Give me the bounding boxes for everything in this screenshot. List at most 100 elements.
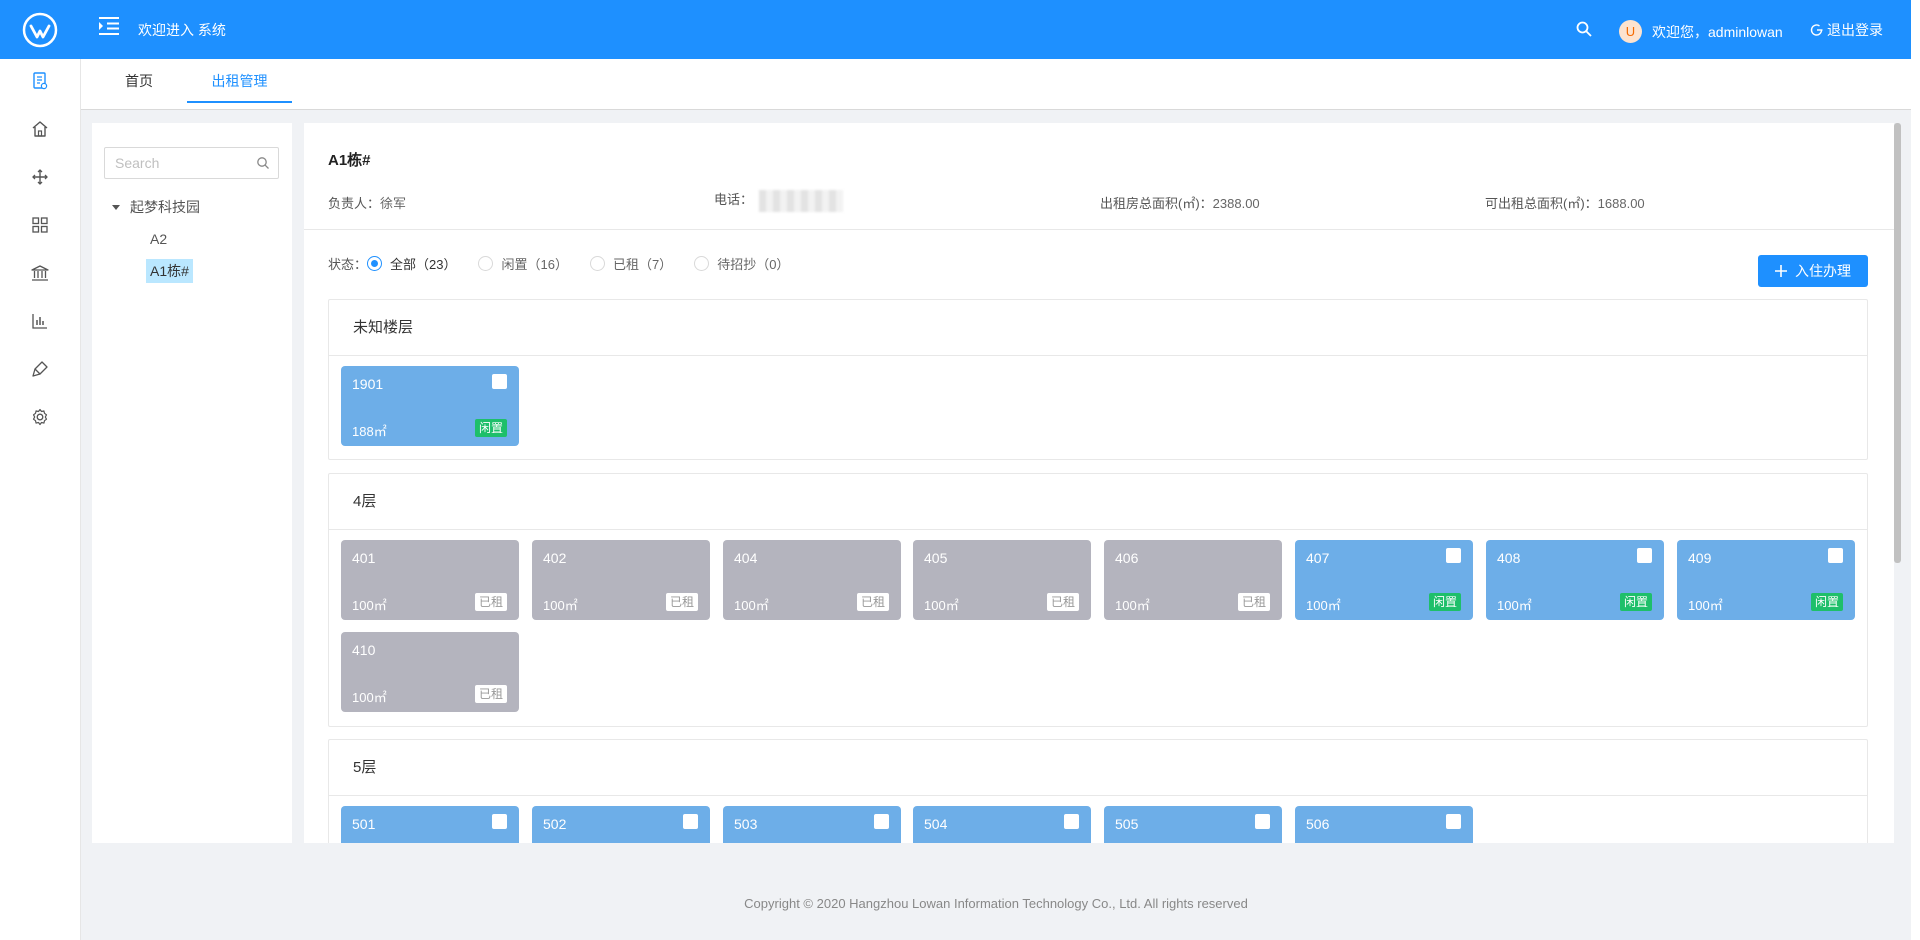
room-checkbox[interactable] [1828, 548, 1843, 563]
tab-home[interactable]: 首页 [107, 59, 171, 110]
room-card-406[interactable]: 406 100㎡ 已租 [1104, 540, 1282, 620]
room-checkbox[interactable] [492, 374, 507, 389]
status-radio-rented[interactable]: 已租（7） [589, 254, 672, 273]
brush-icon[interactable] [30, 359, 50, 379]
room-checkbox[interactable] [1446, 814, 1461, 829]
room-card-401[interactable]: 401 100㎡ 已租 [341, 540, 519, 620]
room-number: 501 [352, 816, 376, 832]
logout-button[interactable]: 退出登录 [1810, 20, 1883, 40]
rentable-area-info: 可出租总面积(㎡)：1688.00 [1485, 193, 1645, 212]
room-card-404[interactable]: 404 100㎡ 已租 [723, 540, 901, 620]
room-checkbox[interactable] [1064, 814, 1079, 829]
room-card-502[interactable]: 502 [532, 806, 710, 843]
floor-section-unknown: 未知楼层 1901 188㎡ 闲置 [328, 299, 1868, 460]
room-card-505[interactable]: 505 [1104, 806, 1282, 843]
settings-icon[interactable] [30, 407, 50, 427]
plus-icon [1775, 265, 1787, 277]
radio-dot[interactable] [478, 256, 494, 271]
bank-icon[interactable] [30, 263, 50, 283]
chart-icon[interactable] [30, 311, 50, 331]
room-area: 100㎡ [352, 690, 387, 705]
document-icon[interactable] [30, 71, 50, 91]
logo-icon[interactable] [22, 12, 58, 48]
avatar[interactable]: U [1619, 20, 1642, 43]
user-greeting[interactable]: 欢迎您，adminlowan [1652, 22, 1783, 42]
rentable-area-value: 1688.00 [1597, 196, 1645, 211]
move-icon[interactable] [30, 167, 50, 187]
room-status-badge: 已租 [474, 685, 507, 703]
room-area: 100㎡ [352, 598, 387, 613]
copyright-icon: © [803, 896, 814, 911]
total-area-value: 2388.00 [1212, 196, 1260, 211]
divider [304, 229, 1894, 230]
tab-rental-management[interactable]: 出租管理 [187, 59, 292, 103]
grid-icon[interactable] [30, 215, 50, 235]
radio-dot[interactable] [367, 256, 383, 271]
manager-value: 徐军 [380, 196, 407, 211]
room-card-506[interactable]: 506 [1295, 806, 1473, 843]
room-number: 505 [1115, 816, 1139, 832]
menu-toggle-icon[interactable] [98, 16, 120, 36]
tab-bar: 首页 出租管理 [81, 59, 1911, 110]
radio-dot[interactable] [589, 256, 605, 271]
status-radio-idle[interactable]: 闲置（16） [478, 254, 568, 273]
room-status-badge: 闲置 [1619, 593, 1652, 611]
floor-title: 5层 [329, 740, 1867, 796]
total-area-label: 出租房总面积(㎡)： [1100, 196, 1213, 211]
status-label: 状态： [328, 257, 368, 272]
footer-text-after: 2020 Hangzhou Lowan Information Technolo… [813, 896, 1248, 911]
room-status-badge: 闲置 [1428, 593, 1461, 611]
room-number: 407 [1306, 550, 1330, 566]
manager-info: 负责人：徐军 [328, 193, 406, 212]
tree-search-input[interactable] [105, 148, 245, 178]
main-scrollbar[interactable] [1894, 123, 1901, 563]
tree-node-park[interactable]: 起梦科技园 [112, 197, 200, 217]
room-number: 402 [543, 550, 567, 566]
room-status-badge: 闲置 [1810, 593, 1843, 611]
search-icon[interactable] [1575, 20, 1593, 38]
checkin-button[interactable]: 入住办理 [1758, 255, 1868, 287]
room-checkbox[interactable] [1637, 548, 1652, 563]
building-title: A1栋# [328, 152, 371, 169]
room-card-1901[interactable]: 1901 188㎡ 闲置 [341, 366, 519, 446]
room-status-badge: 闲置 [474, 419, 507, 437]
status-filter: 状态： 全部（23） 闲置（16） 已租（7） 待招抄（0） [328, 254, 811, 273]
room-card-504[interactable]: 504 [913, 806, 1091, 843]
home-icon[interactable] [30, 119, 50, 139]
room-number: 401 [352, 550, 376, 566]
room-card-409[interactable]: 409 100㎡ 闲置 [1677, 540, 1855, 620]
status-option-label: 待招抄（0） [717, 257, 790, 272]
status-option-label: 全部（23） [390, 257, 457, 272]
left-rail [0, 59, 81, 940]
room-card-405[interactable]: 405 100㎡ 已租 [913, 540, 1091, 620]
room-number: 1901 [352, 376, 384, 392]
room-card-410[interactable]: 410 100㎡ 已租 [341, 632, 519, 712]
floor-title: 未知楼层 [329, 300, 1867, 356]
room-area: 100㎡ [1306, 598, 1341, 613]
room-card-407[interactable]: 407 100㎡ 闲置 [1295, 540, 1473, 620]
status-radio-all[interactable]: 全部（23） [367, 254, 456, 273]
total-area-info: 出租房总面积(㎡)：2388.00 [1100, 193, 1260, 212]
room-number: 404 [734, 550, 758, 566]
room-card-408[interactable]: 408 100㎡ 闲置 [1486, 540, 1664, 620]
caret-down-icon[interactable] [112, 204, 120, 210]
tree-node-a1[interactable]: A1栋# [146, 259, 193, 283]
tree-search [104, 147, 279, 179]
room-checkbox[interactable] [874, 814, 889, 829]
radio-dot[interactable] [694, 256, 710, 271]
room-card-503[interactable]: 503 [723, 806, 901, 843]
room-checkbox[interactable] [492, 814, 507, 829]
status-radio-pending[interactable]: 待招抄（0） [694, 254, 789, 273]
floor-section-4: 4层 401 100㎡ 已租 402 100㎡ 已租 404 100㎡ 已租 4… [328, 473, 1868, 727]
search-icon[interactable] [256, 156, 270, 170]
room-checkbox[interactable] [683, 814, 698, 829]
room-number: 502 [543, 816, 567, 832]
room-status-badge: 已租 [856, 593, 889, 611]
room-card-501[interactable]: 501 [341, 806, 519, 843]
rentable-area-label: 可出租总面积(㎡)： [1485, 196, 1598, 211]
room-checkbox[interactable] [1255, 814, 1270, 829]
page-scroll-track [1911, 0, 1920, 940]
room-card-402[interactable]: 402 100㎡ 已租 [532, 540, 710, 620]
room-checkbox[interactable] [1446, 548, 1461, 563]
tree-node-a2[interactable]: A2 [146, 229, 171, 249]
